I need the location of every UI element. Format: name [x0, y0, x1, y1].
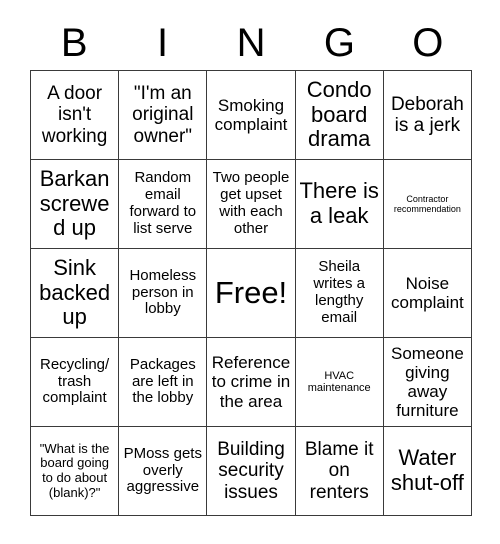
- bingo-cell-label: Smoking complaint: [214, 95, 288, 134]
- bingo-cell[interactable]: Homeless person in lobby: [119, 249, 208, 338]
- bingo-cell[interactable]: Noise complaint: [383, 249, 472, 338]
- bingo-cell-label: There is a leak: [299, 178, 379, 228]
- bingo-cell-label: Building security issues: [217, 439, 285, 503]
- bingo-cell[interactable]: "What is the board going to do about (bl…: [31, 427, 120, 516]
- bingo-cell-label: Random email forward to list serve: [129, 169, 197, 237]
- bingo-cell-label: Someone giving away furniture: [391, 343, 464, 421]
- bingo-cell[interactable]: Someone giving away furniture: [383, 338, 472, 427]
- bingo-header-row: B I N G O: [30, 16, 472, 70]
- bingo-cell[interactable]: A door isn't working: [31, 71, 120, 160]
- bingo-cell[interactable]: PMoss gets overly aggressive: [119, 427, 208, 516]
- bingo-cell-label: Condo board drama: [306, 77, 372, 152]
- bingo-cell-label: Homeless person in lobby: [129, 266, 197, 318]
- bingo-cell-label: Deborah is a jerk: [390, 93, 464, 136]
- bingo-cell-label: PMoss gets overly aggressive: [123, 444, 202, 496]
- bingo-cell[interactable]: Smoking complaint: [207, 71, 296, 160]
- bingo-cell-label: A door isn't working: [41, 83, 108, 147]
- bingo-cell-label: Recycling/ trash complaint: [39, 355, 110, 407]
- bingo-cell-label: Reference to crime in the area: [211, 353, 291, 411]
- bingo-cell-label: Two people get upset with each other: [212, 169, 290, 237]
- bingo-cell-label: "What is the board going to do about (bl…: [39, 440, 110, 500]
- header-letter-o: O: [412, 21, 444, 65]
- bingo-cell[interactable]: HVAC maintenance: [295, 338, 384, 427]
- bingo-cell[interactable]: "I'm an original owner": [119, 71, 208, 160]
- bingo-free-label: Free!: [214, 274, 288, 310]
- header-letter-g: G: [323, 21, 355, 65]
- bingo-cell-label: HVAC maintenance: [307, 369, 371, 394]
- bingo-cell[interactable]: Water shut-off: [383, 427, 472, 516]
- bingo-cell-label: Sink backed up: [39, 255, 111, 330]
- bingo-cell-label: Blame it on renters: [304, 439, 374, 503]
- bingo-cell-label: Contractor recommendation: [393, 193, 461, 214]
- bingo-cell[interactable]: Sink backed up: [31, 249, 120, 338]
- bingo-cell[interactable]: There is a leak: [295, 160, 384, 249]
- bingo-cell[interactable]: Reference to crime in the area: [207, 338, 296, 427]
- header-letter-i: I: [157, 21, 169, 65]
- bingo-cell-label: "I'm an original owner": [132, 83, 194, 147]
- bingo-cell[interactable]: Contractor recommendation: [383, 160, 472, 249]
- bingo-cell-label: Barkan screwed up: [39, 166, 110, 241]
- bingo-cell[interactable]: Building security issues: [207, 427, 296, 516]
- bingo-cell[interactable]: Two people get upset with each other: [207, 160, 296, 249]
- bingo-grid: A door isn't working "I'm an original ow…: [30, 70, 472, 516]
- bingo-cell[interactable]: Blame it on renters: [295, 427, 384, 516]
- header-letter-n: N: [236, 21, 266, 65]
- bingo-cell-free[interactable]: Free!: [207, 249, 296, 338]
- bingo-card: B I N G O A door isn't working "I'm an o…: [0, 0, 500, 544]
- header-letter-b: B: [60, 21, 88, 65]
- bingo-cell[interactable]: Condo board drama: [295, 71, 384, 160]
- bingo-cell-label: Packages are left in the lobby: [129, 355, 196, 407]
- bingo-cell-label: Water shut-off: [390, 445, 464, 495]
- bingo-cell-label: Noise complaint: [391, 273, 464, 312]
- bingo-cell[interactable]: Sheila writes a lengthy email: [295, 249, 384, 338]
- bingo-cell[interactable]: Barkan screwed up: [31, 160, 120, 249]
- bingo-cell[interactable]: Deborah is a jerk: [383, 71, 472, 160]
- bingo-cell-label: Sheila writes a lengthy email: [313, 258, 366, 326]
- bingo-cell[interactable]: Recycling/ trash complaint: [31, 338, 120, 427]
- bingo-cell[interactable]: Packages are left in the lobby: [119, 338, 208, 427]
- bingo-cell[interactable]: Random email forward to list serve: [119, 160, 208, 249]
